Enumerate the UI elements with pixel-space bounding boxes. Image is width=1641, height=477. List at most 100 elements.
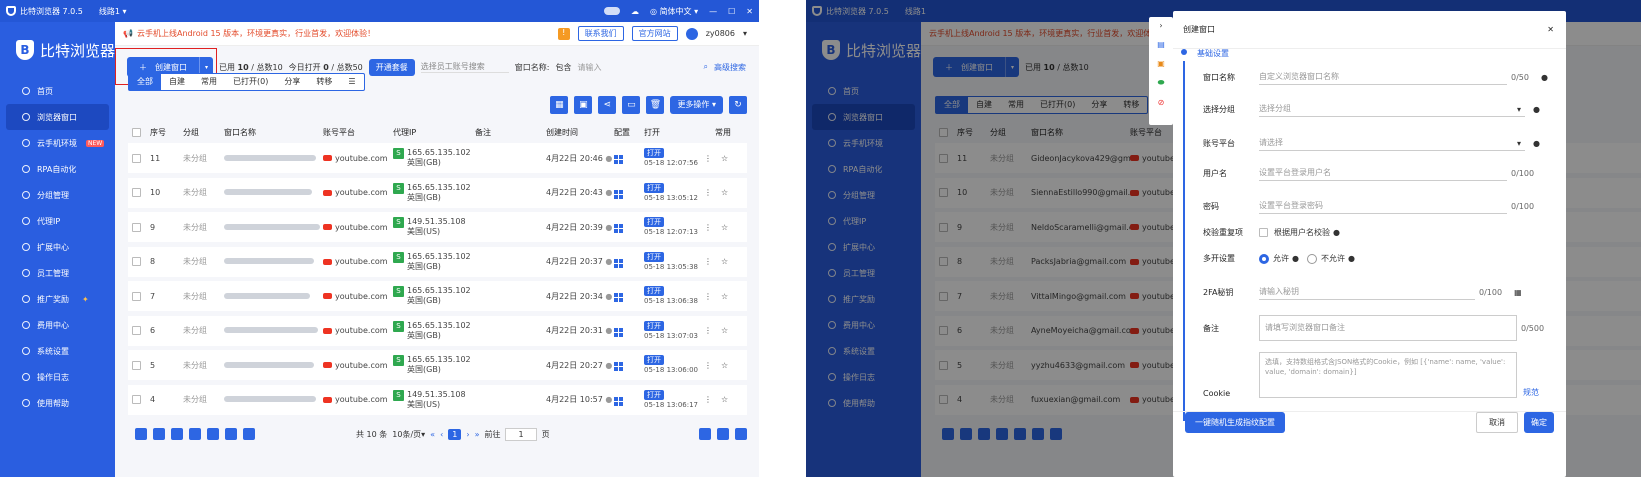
layout-icon[interactable]: ▦ — [550, 96, 569, 114]
col-no[interactable]: 序号 — [150, 127, 183, 138]
collapse-icon[interactable] — [717, 428, 729, 440]
remark-input[interactable]: 请填写浏览器窗口备注 — [1259, 315, 1517, 341]
radio-deny[interactable] — [1306, 253, 1317, 264]
sidebar-item-promo[interactable]: 推广奖励 ✦ — [6, 286, 109, 312]
confirm-button[interactable]: 确定 — [1524, 412, 1554, 433]
chat-icon[interactable]: ▣ — [1157, 59, 1165, 68]
row-checkbox[interactable] — [132, 257, 141, 266]
save-icon[interactable]: ▣ — [574, 96, 593, 114]
row-open[interactable]: 打开 05-18 12:07:56 — [644, 148, 704, 168]
table-row[interactable]: 7 未分组 youtube.com S 165.65.135.102 英国(GB) … — [128, 281, 747, 311]
sidebar-item-extensions[interactable]: 扩展中心 — [6, 234, 109, 260]
sidebar-item-cloud-phone[interactable]: 云手机环境 NEW — [6, 130, 109, 156]
more-icon[interactable]: ⋮ — [704, 395, 721, 404]
row-checkbox[interactable] — [132, 291, 141, 301]
toggle-icon[interactable] — [604, 7, 621, 15]
more-icon[interactable]: ⋮ — [704, 154, 721, 163]
tab-transfer[interactable]: 转移 — [308, 74, 340, 90]
cookie-spec-link[interactable]: 规范 — [1523, 387, 1539, 398]
dup-checkbox[interactable] — [1259, 228, 1268, 237]
name-input[interactable]: 自定义浏览器窗口名称 — [1259, 69, 1507, 85]
password-input[interactable]: 设置平台登录密码 — [1259, 198, 1507, 214]
alert-icon[interactable]: ! — [557, 27, 570, 40]
search-input[interactable]: 请输入 — [577, 62, 697, 73]
table-row[interactable]: 8 未分组 youtube.com S 165.65.135.102 英国(GB) … — [128, 246, 747, 277]
star-icon[interactable]: ☆ — [721, 188, 728, 197]
open-button[interactable]: 打开 — [644, 286, 664, 296]
username[interactable]: zy0806 — [706, 29, 735, 38]
star-icon[interactable]: ☆ — [721, 154, 728, 163]
sidebar-item-billing[interactable]: 费用中心 — [6, 312, 109, 338]
sort-icon[interactable]: ☰ — [340, 74, 363, 90]
last-page-icon[interactable]: » — [475, 430, 480, 439]
row-open[interactable]: 打开 05-18 13:06:38 — [644, 286, 704, 306]
gear-icon[interactable] — [135, 428, 147, 440]
table-row[interactable]: 4 未分组 youtube.com S 149.51.35.108 美国(US) 4… — [128, 384, 747, 415]
refresh-icon[interactable]: ↻ — [729, 96, 747, 114]
row-checkbox[interactable] — [132, 395, 141, 404]
sidebar-item-proxy[interactable]: 代理IP — [6, 208, 109, 234]
page-size-select[interactable]: 10条/页▾ — [392, 429, 425, 440]
staff-search-select[interactable]: 选择员工账号搜索 — [420, 61, 509, 73]
star-icon[interactable]: ☆ — [721, 292, 728, 301]
sidebar-item-home[interactable]: 首页 — [6, 78, 109, 104]
contact-button[interactable]: 联系我们 — [577, 26, 624, 41]
star-icon[interactable]: ☆ — [721, 395, 728, 404]
open-button[interactable]: 打开 — [644, 355, 664, 365]
image-icon[interactable] — [207, 428, 219, 440]
sidebar-item-logs[interactable]: 操作日志 — [6, 364, 109, 390]
table-row[interactable]: 11 未分组 youtube.com S 165.65.135.102 英国(GB)… — [128, 143, 747, 173]
trash-icon[interactable] — [243, 428, 255, 440]
more-icon[interactable]: ⋮ — [704, 292, 721, 301]
prev-page-icon[interactable]: ‹ — [440, 430, 443, 439]
row-checkbox[interactable] — [132, 326, 141, 335]
copy-icon[interactable] — [189, 428, 201, 440]
more-icon[interactable]: ⋮ — [704, 257, 721, 266]
search-icon[interactable]: ⌕ — [703, 62, 707, 72]
tab-opened[interactable]: 已打开(0) — [225, 74, 276, 90]
open-button[interactable]: 打开 — [644, 320, 664, 331]
platform-select[interactable]: 请选择 — [1259, 135, 1525, 151]
table-row[interactable]: 10 未分组 youtube.com S 165.65.135.102 英国(GB)… — [128, 177, 747, 208]
export-icon[interactable] — [171, 428, 183, 440]
cancel-button[interactable]: 取消 — [1476, 412, 1518, 433]
star-icon[interactable]: ☆ — [721, 223, 728, 232]
more-actions-button[interactable]: 更多操作 ▾ — [670, 96, 723, 114]
table-row[interactable]: 9 未分组 youtube.com S 149.51.35.108 美国(US) 4… — [128, 212, 747, 242]
row-checkbox[interactable] — [132, 153, 141, 163]
delete-icon[interactable] — [225, 428, 237, 440]
advanced-search-button[interactable]: 高级搜索 — [714, 62, 746, 73]
sidebar-item-settings[interactable]: 系统设置 — [6, 338, 109, 364]
share-icon[interactable]: ⋖ — [598, 96, 617, 114]
tab-common[interactable]: 常用 — [193, 74, 225, 90]
open-button[interactable]: 打开 — [644, 389, 664, 400]
col-name[interactable]: 窗口名称 — [224, 127, 323, 138]
table-row[interactable]: 5 未分组 youtube.com S 165.65.135.102 英国(GB) … — [128, 350, 747, 380]
open-button[interactable]: 打开 — [644, 182, 664, 193]
username-input[interactable]: 设置平台登录用户名 — [1259, 165, 1507, 181]
star-icon[interactable]: ☆ — [721, 361, 728, 370]
first-page-icon[interactable]: « — [430, 430, 435, 439]
toggle-icon[interactable]: ⬬ — [1158, 78, 1165, 88]
row-open[interactable]: 打开 05-18 12:07:13 — [644, 217, 704, 237]
close-icon[interactable]: ✕ — [746, 7, 753, 16]
window-icon[interactable]: ▭ — [622, 96, 641, 114]
chevron-right-icon[interactable]: › — [1159, 21, 1162, 30]
line-selector[interactable]: 线路1 ▾ — [99, 6, 127, 17]
sidebar-item-staff[interactable]: 员工管理 — [6, 260, 109, 286]
generate-fingerprint-button[interactable]: 一键随机生成指纹配置 — [1185, 412, 1285, 433]
disable-icon[interactable] — [153, 428, 165, 440]
page-1[interactable]: 1 — [448, 428, 462, 440]
open-package-button[interactable]: 开通套餐 — [368, 58, 415, 76]
more-icon[interactable]: ⋮ — [704, 223, 721, 232]
sidebar-item-groups[interactable]: 分组管理 — [6, 182, 109, 208]
select-all-checkbox[interactable] — [132, 127, 141, 137]
col-created[interactable]: 创建时间 — [546, 127, 614, 138]
trash-icon[interactable]: 🗑 — [646, 96, 665, 114]
close-icon[interactable]: ✕ — [1547, 25, 1554, 34]
tab-self[interactable]: 自建 — [161, 74, 193, 90]
2fa-input[interactable]: 请输入秘钥 — [1259, 284, 1475, 300]
stop-icon[interactable]: ⊘ — [1158, 98, 1165, 107]
sidebar-item-help[interactable]: 使用帮助 — [6, 390, 109, 416]
row-open[interactable]: 打开 05-18 13:06:17 — [644, 389, 704, 410]
